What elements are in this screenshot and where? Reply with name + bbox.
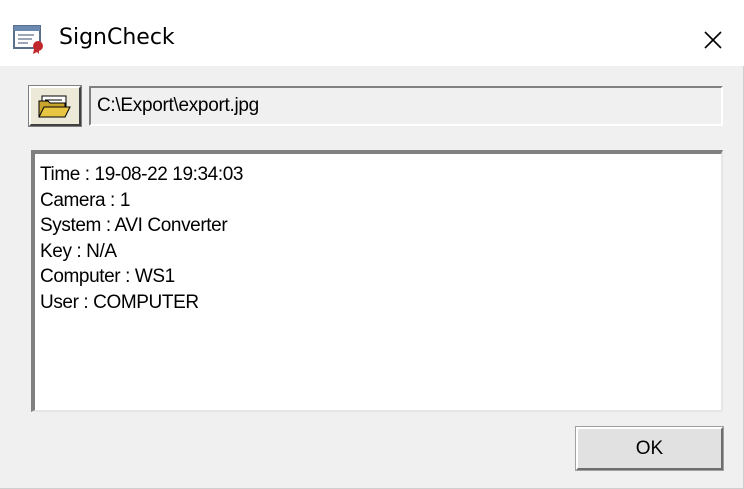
- file-path-field: C:\Export\export.jpg: [89, 86, 723, 126]
- close-icon[interactable]: [698, 25, 728, 55]
- info-camera: Camera : 1: [40, 189, 130, 211]
- signcheck-dialog: SignCheck C:\Export\export.jpg Time : 19…: [0, 0, 744, 489]
- window-title: SignCheck: [59, 25, 175, 50]
- open-file-button[interactable]: [28, 85, 82, 127]
- title-bar[interactable]: SignCheck: [0, 0, 744, 66]
- info-time: Time : 19-08-22 19:34:03: [40, 164, 244, 185]
- signature-info-box: Time : 19-08-22 19:34:03 Camera : 1 Syst…: [31, 150, 723, 412]
- certificate-icon: [12, 24, 48, 54]
- ok-button[interactable]: OK: [575, 426, 724, 471]
- info-user: User : COMPUTER: [40, 291, 199, 313]
- info-system: System : AVI Converter: [40, 215, 228, 236]
- info-key: Key : N/A: [40, 240, 117, 262]
- info-computer: Computer : WS1: [40, 266, 175, 287]
